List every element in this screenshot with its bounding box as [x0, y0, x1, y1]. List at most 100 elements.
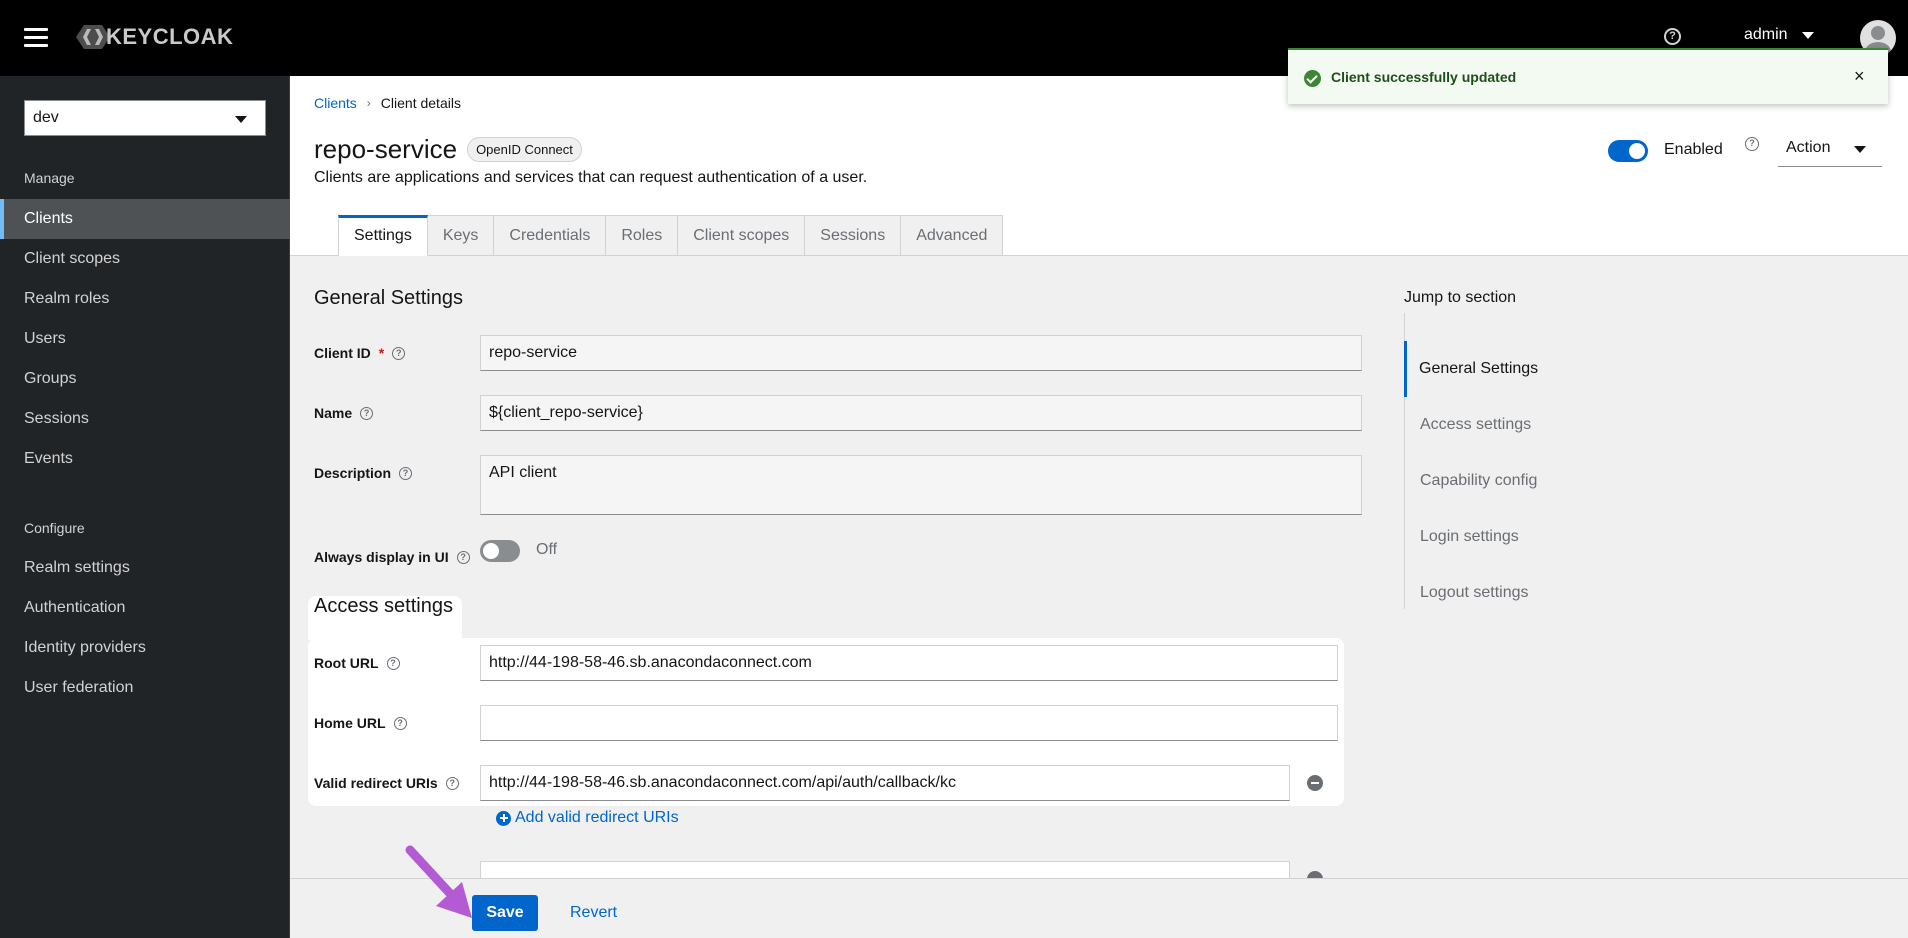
jump-item-logout-settings[interactable]: Logout settings	[1405, 565, 1605, 621]
name-label-text: Name	[314, 405, 353, 421]
page-subtitle: Clients are applications and services th…	[314, 169, 868, 186]
help-icon[interactable]: ?	[392, 346, 406, 360]
help-icon[interactable]: ?	[360, 406, 374, 420]
enabled-toggle[interactable]	[1608, 140, 1648, 162]
realm-selector[interactable]: dev	[24, 100, 266, 136]
keycloak-logo-icon	[76, 25, 110, 49]
action-dropdown[interactable]: Action	[1778, 131, 1882, 167]
root-url-field[interactable]: http://44-198-58-46.sb.anacondaconnect.c…	[480, 645, 1338, 681]
plus-circle-icon	[496, 810, 511, 826]
jump-item-login-settings[interactable]: Login settings	[1405, 509, 1605, 565]
required-marker: *	[378, 345, 385, 361]
breadcrumb-current: Client details	[380, 95, 461, 111]
toast-message: Client successfully updated	[1331, 69, 1517, 85]
tab-keys[interactable]: Keys	[427, 215, 495, 256]
sidebar-item-events[interactable]: Events	[0, 439, 290, 479]
nav-group-configure: Configure	[24, 520, 85, 536]
jump-to-section-title: Jump to section	[1404, 289, 1517, 306]
home-url-field[interactable]	[480, 705, 1338, 741]
help-icon[interactable]: ?	[393, 716, 407, 730]
save-button[interactable]: Save	[472, 895, 538, 931]
description-label-text: Description	[314, 465, 392, 481]
hamburger-menu-icon[interactable]	[24, 28, 48, 48]
chevron-down-icon	[235, 116, 247, 123]
sidebar-item-client-scopes[interactable]: Client scopes	[0, 239, 290, 279]
tab-bar: Settings Keys Credentials Roles Client s…	[338, 215, 1004, 256]
help-icon[interactable]: ?	[1664, 28, 1681, 45]
chevron-down-icon	[1801, 31, 1814, 39]
sidebar-item-groups[interactable]: Groups	[0, 359, 290, 399]
help-icon[interactable]: ?	[1745, 137, 1759, 151]
title-row: repo-service OpenID Connect	[314, 134, 582, 165]
sidebar-item-realm-settings[interactable]: Realm settings	[0, 548, 290, 588]
client-id-field[interactable]: repo-service	[480, 335, 1362, 371]
tab-sessions[interactable]: Sessions	[805, 215, 902, 256]
revert-button[interactable]: Revert	[570, 895, 617, 931]
user-menu[interactable]: admin	[1744, 26, 1814, 44]
sidebar-item-clients[interactable]: Clients	[0, 199, 290, 239]
help-icon[interactable]: ?	[399, 466, 413, 480]
tab-advanced[interactable]: Advanced	[901, 215, 1004, 256]
tab-client-scopes[interactable]: Client scopes	[678, 215, 806, 256]
main-content: Clients › Client details repo-service Op…	[290, 76, 1908, 938]
tab-credentials[interactable]: Credentials	[494, 215, 607, 256]
tab-settings[interactable]: Settings	[338, 215, 428, 256]
section-title-access: Access settings	[314, 595, 453, 617]
sidebar-item-identity-providers[interactable]: Identity providers	[0, 628, 290, 668]
jump-to-section-nav: General Settings Access settings Capabil…	[1404, 313, 1604, 609]
keycloak-logo: KEYCLOAK	[76, 20, 233, 54]
help-icon[interactable]: ?	[456, 550, 470, 564]
logo-text: KEYCLOAK	[106, 24, 234, 49]
check-circle-icon	[1304, 70, 1321, 87]
description-textarea[interactable]: API client	[480, 455, 1362, 515]
redirect-uris-label-text: Valid redirect URIs	[314, 775, 438, 791]
always-display-label-text: Always display in UI	[314, 549, 449, 565]
jump-item-capability-config[interactable]: Capability config	[1405, 453, 1605, 509]
sidebar-item-realm-roles[interactable]: Realm roles	[0, 279, 290, 319]
help-icon[interactable]: ?	[445, 776, 459, 790]
redirect-uri-field[interactable]: http://44-198-58-46.sb.anacondaconnect.c…	[480, 765, 1290, 801]
client-id-label-text: Client ID	[314, 345, 371, 361]
always-display-toggle[interactable]	[480, 540, 520, 562]
chevron-right-icon: ›	[366, 96, 371, 110]
root-url-label-text: Root URL	[314, 655, 379, 671]
section-title-general: General Settings	[314, 287, 463, 309]
sidebar-item-sessions[interactable]: Sessions	[0, 399, 290, 439]
always-display-state: Off	[536, 541, 558, 558]
client-id-label: Client ID * ?	[314, 345, 406, 361]
sidebar-item-authentication[interactable]: Authentication	[0, 588, 290, 628]
protocol-badge: OpenID Connect	[467, 137, 582, 162]
jump-item-general-settings[interactable]: General Settings	[1404, 341, 1604, 397]
jump-item-access-settings[interactable]: Access settings	[1405, 397, 1605, 453]
sidebar: dev Manage Clients Client scopes Realm r…	[0, 76, 290, 938]
action-dropdown-label: Action	[1786, 139, 1831, 156]
page-title: repo-service	[314, 134, 458, 164]
add-redirect-uri-label: Add valid redirect URIs	[515, 809, 679, 826]
annotation-arrow-icon	[405, 845, 472, 918]
always-display-label: Always display in UI ?	[314, 549, 470, 565]
settings-form: General Settings Client ID * ? repo-serv…	[290, 257, 1908, 897]
name-label: Name ?	[314, 405, 374, 421]
sidebar-item-user-federation[interactable]: User federation	[0, 668, 290, 708]
home-url-label-text: Home URL	[314, 715, 386, 731]
description-label: Description ?	[314, 465, 413, 481]
enabled-label: Enabled	[1664, 141, 1723, 158]
name-field[interactable]: ${client_repo-service}	[480, 395, 1362, 431]
form-actions-bar: Save Revert	[290, 878, 1908, 938]
username: admin	[1744, 26, 1788, 43]
help-icon[interactable]: ?	[386, 656, 400, 670]
close-icon[interactable]: ×	[1854, 66, 1865, 87]
success-toast: Client successfully updated ×	[1288, 48, 1888, 104]
home-url-label: Home URL ?	[314, 715, 407, 731]
remove-circle-icon[interactable]	[1307, 775, 1323, 791]
sidebar-item-users[interactable]: Users	[0, 319, 290, 359]
tab-roles[interactable]: Roles	[606, 215, 679, 256]
nav-group-manage: Manage	[24, 170, 75, 186]
root-url-label: Root URL ?	[314, 655, 400, 671]
breadcrumb-clients-link[interactable]: Clients	[314, 95, 357, 111]
realm-selector-value: dev	[33, 109, 59, 126]
breadcrumb: Clients › Client details	[314, 95, 461, 111]
chevron-down-icon	[1854, 146, 1866, 153]
add-redirect-uri-button[interactable]: Add valid redirect URIs	[496, 809, 679, 827]
redirect-uris-label: Valid redirect URIs ?	[314, 775, 459, 791]
